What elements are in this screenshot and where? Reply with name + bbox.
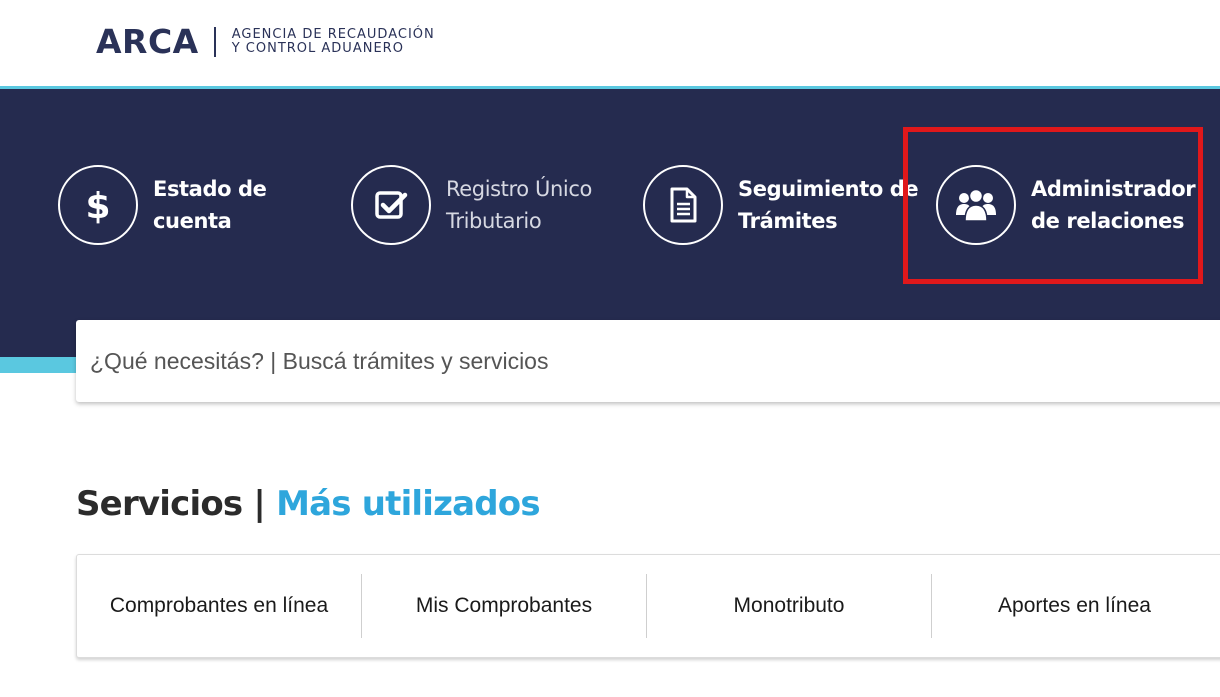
- search-bar[interactable]: [76, 320, 1220, 402]
- service-item-mis-comprobantes[interactable]: Mis Comprobantes: [362, 574, 647, 638]
- search-input[interactable]: [90, 347, 1090, 375]
- quick-access-label: Seguimiento de Trámites: [738, 173, 919, 237]
- logo-wordmark: ARCA: [96, 22, 199, 61]
- section-title: Servicios | Más utilizados: [76, 484, 541, 524]
- quick-access-label: Registro Único Tributario: [446, 173, 592, 237]
- svg-text:$: $: [85, 186, 110, 225]
- quick-access-label-line1: Seguimiento de: [738, 177, 919, 201]
- site-header: ARCA AGENCIA DE RECAUDACIÓN Y CONTROL AD…: [0, 0, 1220, 86]
- dollar-icon: $: [58, 165, 138, 245]
- document-icon: [643, 165, 723, 245]
- logo-subtitle-line1: AGENCIA DE RECAUDACIÓN: [231, 26, 435, 42]
- checkbox-icon: [351, 165, 431, 245]
- service-item-monotributo[interactable]: Monotributo: [647, 574, 932, 638]
- logo-subtitle: AGENCIA DE RECAUDACIÓN Y CONTROL ADUANER…: [231, 26, 435, 56]
- quick-access-seguimiento-de-tramites[interactable]: Seguimiento de Trámites: [643, 165, 919, 245]
- logo-divider: [213, 26, 216, 57]
- quick-access-label-line1: Estado de: [153, 177, 267, 201]
- quick-access-estado-de-cuenta[interactable]: $ Estado de cuenta: [58, 165, 267, 245]
- quick-access-label-line2: Tributario: [446, 209, 542, 233]
- section-title-subtitle: Más utilizados: [276, 484, 541, 524]
- quick-access-registro-unico-tributario[interactable]: Registro Único Tributario: [351, 165, 592, 245]
- section-title-main: Servicios: [76, 484, 243, 524]
- highlight-box: [903, 127, 1203, 284]
- quick-access-label-line1: Registro Único: [446, 177, 592, 201]
- service-item-aportes-en-linea[interactable]: Aportes en línea: [932, 574, 1217, 638]
- quick-access-label-line2: Trámites: [738, 209, 838, 233]
- arca-logo[interactable]: ARCA AGENCIA DE RECAUDACIÓN Y CONTROL AD…: [96, 22, 435, 61]
- service-item-comprobantes-en-linea[interactable]: Comprobantes en línea: [77, 574, 362, 638]
- quick-access-label: Estado de cuenta: [153, 173, 267, 237]
- quick-access-label-line2: cuenta: [153, 209, 232, 233]
- logo-subtitle-line2: Y CONTROL ADUANERO: [231, 40, 404, 56]
- section-title-separator: |: [253, 484, 266, 524]
- services-list: Comprobantes en línea Mis Comprobantes M…: [76, 554, 1220, 658]
